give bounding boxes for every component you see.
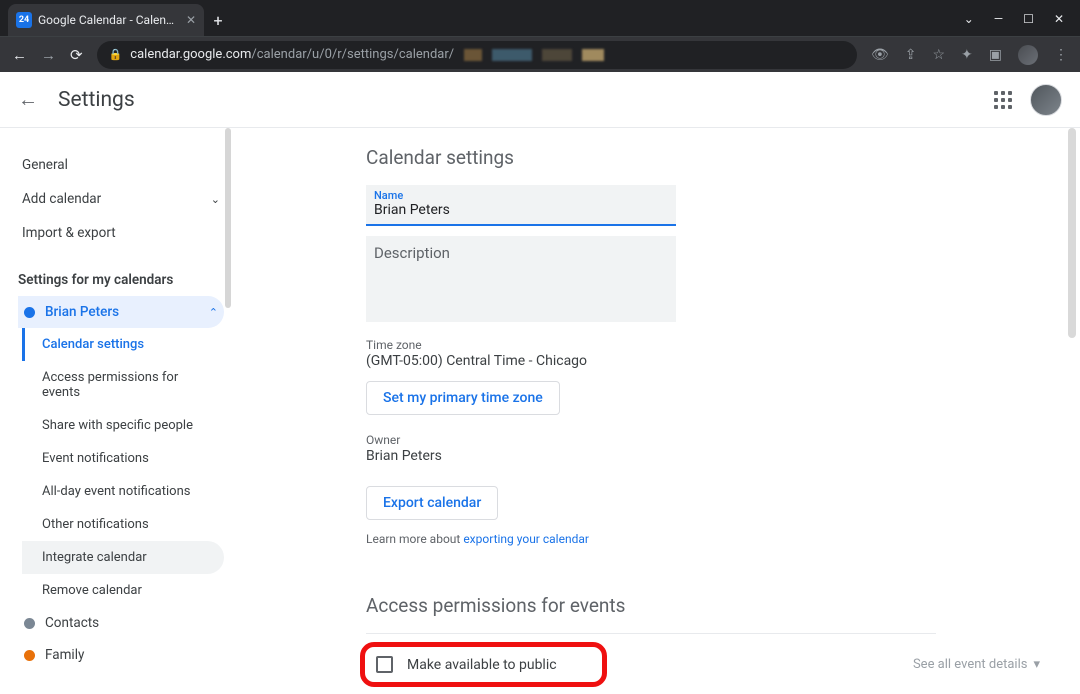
bookmark-icon[interactable]: ☆	[932, 47, 945, 63]
calendar-name: Family	[45, 647, 84, 663]
event-details-dropdown: See all event details ▾	[903, 649, 1050, 680]
nav-reload-icon[interactable]: ⟳	[70, 46, 83, 64]
sidebar-calendar-family[interactable]: Family	[18, 639, 224, 671]
browser-tab-strip: 24 Google Calendar - Calendar setti ✕ + …	[0, 0, 1080, 36]
calendar-name: Brian Peters	[45, 304, 119, 320]
name-label: Name	[374, 189, 668, 202]
description-label: Description	[374, 244, 450, 262]
sub-item-integrate-calendar[interactable]: Integrate calendar	[22, 541, 224, 574]
sidepanel-icon[interactable]: ▣	[989, 47, 1002, 63]
lock-icon: 🔒	[109, 48, 123, 61]
nav-forward-icon: →	[41, 46, 56, 64]
url-blur-segment	[464, 49, 482, 61]
set-primary-timezone-button[interactable]: Set my primary time zone	[366, 381, 560, 415]
add-calendar-label: Add calendar	[22, 191, 101, 207]
new-tab-button[interactable]: +	[204, 11, 232, 36]
back-arrow-icon[interactable]: ←	[18, 87, 38, 112]
timezone-label: Time zone	[366, 338, 1050, 352]
address-bar[interactable]: 🔒 calendar.google.com/calendar/u/0/r/set…	[97, 41, 857, 69]
section-title-calendar-settings: Calendar settings	[366, 146, 1050, 169]
sub-item-other-notifications[interactable]: Other notifications	[22, 508, 224, 541]
calendar-color-dot	[24, 618, 35, 629]
settings-sidebar: General Add calendar ⌄ Import & export S…	[0, 128, 236, 694]
close-tab-icon[interactable]: ✕	[186, 13, 196, 27]
sub-item-remove-calendar[interactable]: Remove calendar	[22, 574, 224, 607]
url-blur-segment	[582, 49, 604, 61]
calendar-color-dot	[24, 307, 35, 318]
sidebar-item-general[interactable]: General	[18, 148, 224, 182]
tab-title: Google Calendar - Calendar setti	[38, 13, 180, 27]
dropdown-caret-icon: ▾	[1033, 657, 1040, 672]
calendar-name: Contacts	[45, 615, 99, 631]
gcal-favicon: 24	[16, 12, 32, 28]
browser-tab[interactable]: 24 Google Calendar - Calendar setti ✕	[8, 4, 204, 36]
window-minimize-icon[interactable]: —	[994, 12, 1003, 26]
sub-item-calendar-settings[interactable]: Calendar settings	[22, 328, 224, 361]
chevron-down-icon: ⌄	[211, 193, 220, 206]
page-title: Settings	[58, 88, 135, 112]
access-permissions-row: Make available to public See all event d…	[366, 648, 1050, 681]
sidebar-item-import-export[interactable]: Import & export	[18, 216, 224, 250]
exporting-calendar-link[interactable]: exporting your calendar	[463, 532, 589, 546]
app-header: ← Settings	[0, 72, 1080, 128]
calendar-color-dot	[24, 650, 35, 661]
owner-value: Brian Peters	[366, 448, 1050, 464]
browser-menu-icon[interactable]: ⋮	[1054, 47, 1068, 63]
eye-icon[interactable]: 👁	[871, 47, 889, 63]
window-dropdown-icon[interactable]: ⌄	[964, 12, 974, 26]
description-field[interactable]: Description	[366, 236, 676, 322]
timezone-value: (GMT-05:00) Central Time - Chicago	[366, 353, 1050, 369]
sub-item-access-permissions[interactable]: Access permissions for events	[22, 361, 224, 409]
sidebar-calendar-brian-peters[interactable]: Brian Peters ⌃	[18, 296, 224, 328]
nav-back-icon[interactable]: ←	[12, 46, 27, 64]
chevron-up-icon: ⌃	[209, 306, 218, 319]
url-domain: calendar.google.com	[130, 47, 251, 62]
settings-main: Calendar settings Name Brian Peters Desc…	[236, 128, 1080, 694]
owner-label: Owner	[366, 433, 1050, 447]
sidebar-calendar-contacts[interactable]: Contacts	[18, 607, 224, 639]
sidebar-item-add-calendar[interactable]: Add calendar ⌄	[18, 182, 224, 216]
extensions-icon[interactable]: ✦	[961, 47, 973, 63]
public-checkbox-label: Make available to public	[407, 657, 557, 673]
export-hint: Learn more about exporting your calendar	[366, 532, 1050, 546]
highlighted-public-option: Make available to public	[366, 648, 601, 681]
name-value: Brian Peters	[374, 202, 668, 218]
export-calendar-button[interactable]: Export calendar	[366, 486, 498, 520]
share-icon[interactable]: ⇪	[905, 47, 917, 63]
window-maximize-icon[interactable]: ☐	[1023, 12, 1034, 26]
public-checkbox[interactable]	[376, 656, 393, 673]
google-apps-icon[interactable]	[994, 91, 1012, 109]
divider	[366, 633, 936, 634]
sub-item-share-specific[interactable]: Share with specific people	[22, 409, 224, 442]
url-blur-segment	[492, 49, 532, 61]
main-scrollbar[interactable]	[1068, 128, 1076, 694]
sub-item-event-notifications[interactable]: Event notifications	[22, 442, 224, 475]
calendar-subsections: Calendar settings Access permissions for…	[22, 328, 224, 607]
sidebar-scrollbar[interactable]	[225, 128, 231, 308]
sidebar-section-label: Settings for my calendars	[18, 272, 224, 288]
name-field[interactable]: Name Brian Peters	[366, 185, 676, 226]
browser-toolbar: ← → ⟳ 🔒 calendar.google.com/calendar/u/0…	[0, 36, 1080, 72]
url-path: /calendar/u/0/r/settings/calendar/	[251, 47, 454, 62]
window-close-icon[interactable]: ✕	[1054, 12, 1064, 26]
url-blur-segment	[542, 49, 572, 61]
profile-avatar-icon[interactable]	[1018, 45, 1038, 65]
section-title-access-permissions: Access permissions for events	[366, 594, 1050, 617]
account-avatar[interactable]	[1030, 84, 1062, 116]
dropdown-label: See all event details	[913, 657, 1028, 672]
hint-text: Learn more about	[366, 532, 463, 546]
sub-item-allday-notifications[interactable]: All-day event notifications	[22, 475, 224, 508]
